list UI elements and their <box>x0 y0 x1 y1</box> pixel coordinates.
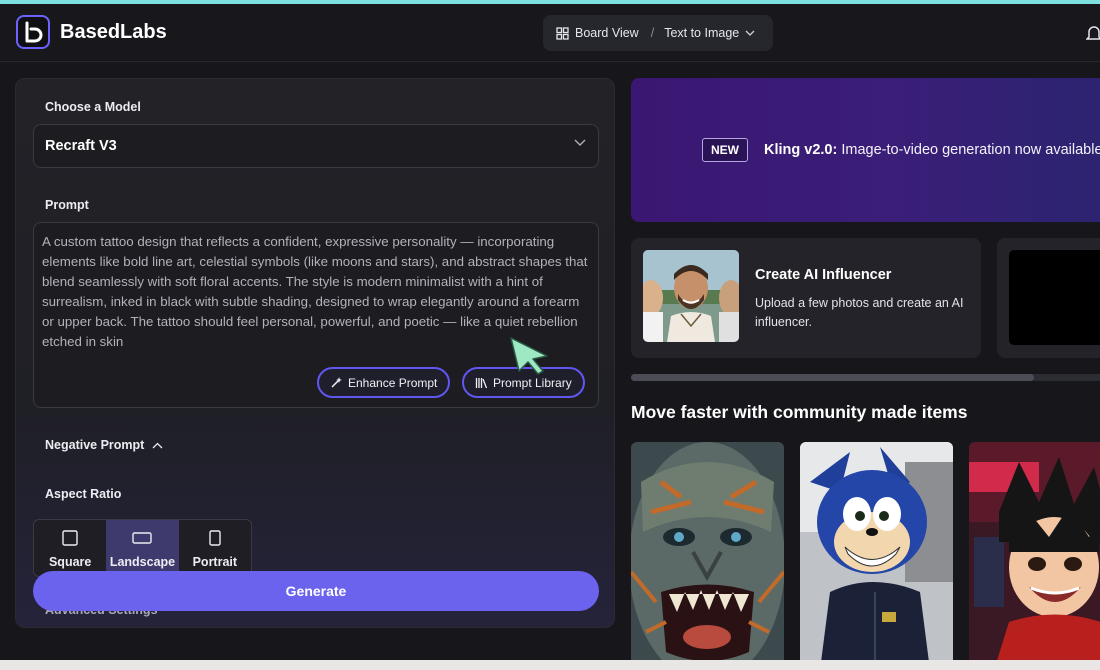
prompt-library-label: Prompt Library <box>493 375 572 390</box>
landscape-shape-icon <box>132 532 153 544</box>
anime-character-image <box>969 442 1100 670</box>
sonic-character-image <box>800 442 953 670</box>
cursor-arrow-icon <box>510 337 548 375</box>
community-section-title: Move faster with community made items <box>631 402 968 422</box>
monster-face-image <box>631 442 784 670</box>
enhance-prompt-button[interactable]: Enhance Prompt <box>317 367 451 398</box>
aspect-option-portrait[interactable]: Portrait <box>179 520 251 576</box>
aspect-ratio-selector: Square Landscape Portrait <box>33 519 252 577</box>
breadcrumb-separator: / <box>650 26 655 40</box>
chevron-up-icon <box>152 442 163 449</box>
aspect-ratio-label: Aspect Ratio <box>45 487 122 501</box>
square-shape-icon <box>62 530 78 546</box>
create-ai-influencer-card[interactable]: Create AI Influencer Upload a few photos… <box>631 238 981 358</box>
prompt-label: Prompt <box>45 198 89 212</box>
community-item-card[interactable] <box>969 442 1100 670</box>
aspect-option-square[interactable]: Square <box>34 520 106 576</box>
announcement-banner[interactable]: NEW Kling v2.0: Image-to-video generatio… <box>631 78 1100 222</box>
influencer-preview-image <box>643 250 739 342</box>
carousel-scroll-thumb[interactable] <box>631 374 1034 381</box>
view-switcher[interactable]: Board View / Text to Image <box>543 15 773 51</box>
model-label: Choose a Model <box>45 100 141 114</box>
aspect-option-label: Square <box>48 555 92 569</box>
influencer-card-title: Create AI Influencer <box>755 267 892 283</box>
community-item-card[interactable] <box>631 442 784 670</box>
board-view-link[interactable]: Board View <box>575 26 639 40</box>
new-badge: NEW <box>702 138 748 162</box>
banner-title: Kling v2.0: <box>764 142 838 158</box>
sparkle-wand-icon <box>331 377 342 388</box>
notification-bell-icon[interactable] <box>1086 24 1100 42</box>
influencer-card-description: Upload a few photos and create an AI inf… <box>755 296 964 329</box>
banner-description: Image-to-video generation now available <box>837 142 1100 158</box>
feature-card[interactable] <box>997 238 1100 358</box>
model-select[interactable]: Recraft V3 <box>33 124 599 168</box>
mode-dropdown[interactable]: Text to Image <box>664 26 739 40</box>
model-value: Recraft V3 <box>45 138 117 154</box>
generate-button[interactable]: Generate <box>33 571 599 611</box>
enhance-prompt-label: Enhance Prompt <box>348 375 438 390</box>
app-header: BasedLabs Board View / Text to Image <box>0 4 1100 62</box>
taskbar-strip <box>0 660 1100 670</box>
portrait-shape-icon <box>209 530 221 546</box>
board-grid-icon <box>556 26 569 40</box>
basedlabs-logo[interactable] <box>16 15 50 49</box>
chevron-down-icon <box>745 30 755 36</box>
negative-prompt-toggle[interactable]: Negative Prompt <box>45 438 163 452</box>
banner-text: Kling v2.0: Image-to-video generation no… <box>764 142 1100 158</box>
feature-card-preview <box>1009 250 1100 345</box>
app-name: BasedLabs <box>60 21 167 43</box>
negative-prompt-label: Negative Prompt <box>45 438 145 452</box>
community-item-card[interactable] <box>800 442 953 670</box>
chevron-down-icon <box>574 139 586 146</box>
aspect-option-label: Landscape <box>109 555 176 569</box>
aspect-option-label: Portrait <box>192 555 238 569</box>
carousel-scrollbar[interactable] <box>631 374 1100 381</box>
library-books-icon <box>475 377 488 388</box>
prompt-textarea[interactable]: A custom tattoo design that reflects a c… <box>33 222 599 408</box>
aspect-option-landscape[interactable]: Landscape <box>106 520 179 576</box>
logo-mark-icon <box>25 21 43 43</box>
